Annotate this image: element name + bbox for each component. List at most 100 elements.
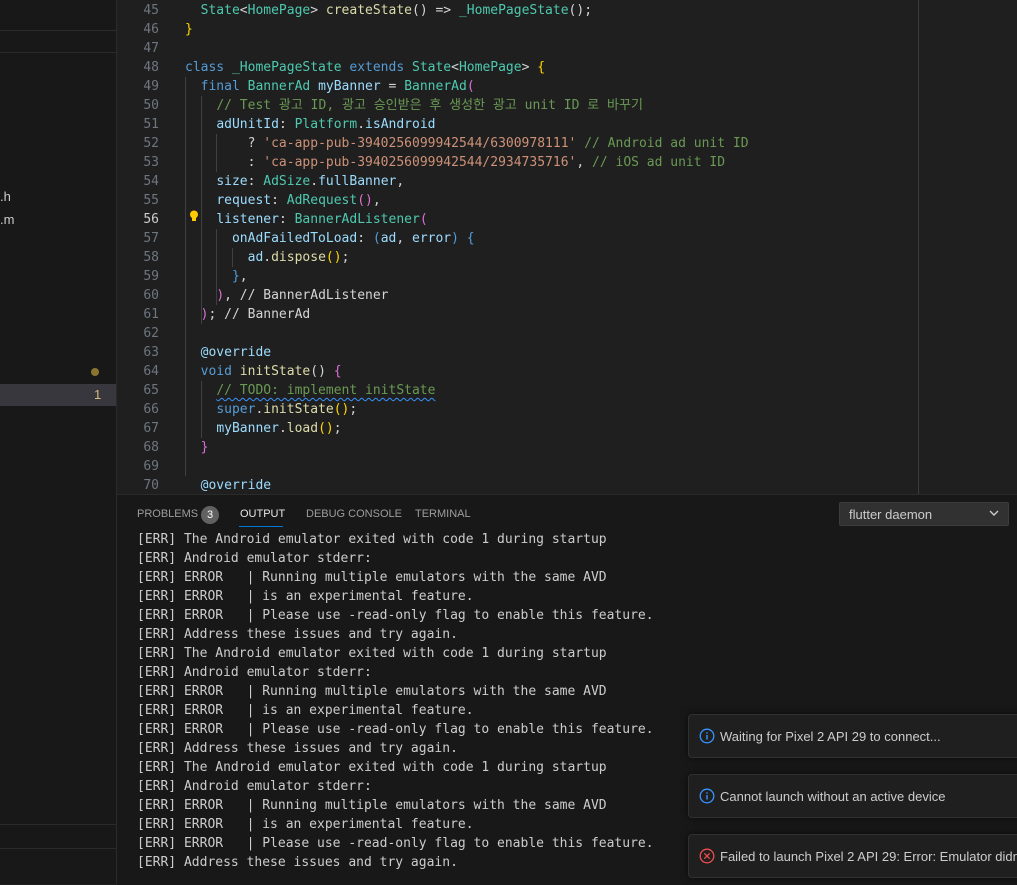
code-token: > xyxy=(310,3,326,18)
panel-tabs: PROBLEMS 3 OUTPUT DEBUG CONSOLE TERMINAL… xyxy=(117,495,1017,531)
code-token: (); xyxy=(568,3,593,18)
line-number: 65 xyxy=(143,383,159,398)
line-number: 55 xyxy=(143,193,159,208)
code-token: : xyxy=(357,231,373,246)
notification-toast[interactable]: Cannot launch without an active device xyxy=(688,774,1017,818)
line-number: 52 xyxy=(143,136,159,151)
output-line: [ERR] ERROR | Running multiple emulators… xyxy=(137,798,607,813)
code-token: @override xyxy=(200,345,272,360)
code-token: HomePage xyxy=(458,60,522,75)
sidebar-divider xyxy=(0,52,116,53)
code-token: . xyxy=(357,117,366,132)
code-token: ) xyxy=(216,288,225,303)
output-line: [ERR] ERROR | is an experimental feature… xyxy=(137,589,474,604)
line-number: 69 xyxy=(143,459,159,474)
code-token: _HomePageState xyxy=(231,60,350,75)
lightbulb-icon[interactable] xyxy=(189,210,199,222)
code-text: @override xyxy=(185,476,271,494)
line-number: 58 xyxy=(143,250,159,265)
code-token: () xyxy=(325,250,342,265)
info-icon xyxy=(699,788,715,804)
code-token: _HomePageState xyxy=(458,3,569,18)
code-token: ; xyxy=(349,402,358,417)
code-token: } xyxy=(185,22,193,37)
code-token: . xyxy=(263,250,272,265)
code-token: State xyxy=(200,3,240,18)
line-number: 51 xyxy=(143,117,159,132)
modified-dot-icon xyxy=(91,368,99,376)
line-number: 45 xyxy=(143,3,159,18)
problem-count-badge: 1 xyxy=(94,387,102,402)
code-text: State<HomePage> createState() => _HomePa… xyxy=(185,1,592,20)
code-text: }, xyxy=(185,267,248,286)
active-tab-indicator xyxy=(239,526,283,527)
code-token: ; xyxy=(333,421,342,436)
code-text: // TODO: implement initState xyxy=(185,381,435,400)
output-line: [ERR] ERROR | Running multiple emulators… xyxy=(137,570,607,585)
code-token: listener xyxy=(216,212,279,227)
line-number: 46 xyxy=(143,22,159,37)
code-text: listener: BannerAdListener( xyxy=(185,210,427,229)
code-token: dispose xyxy=(271,250,326,265)
code-token: { xyxy=(333,364,342,379)
notification-toast[interactable]: Waiting for Pixel 2 API 29 to connect... xyxy=(688,714,1017,758)
code-token: 'ca-app-pub-3940256099942544/2934735716' xyxy=(263,155,577,170)
code-token: createState xyxy=(325,3,412,18)
line-number: 60 xyxy=(143,288,159,303)
code-token: ( xyxy=(372,231,381,246)
sidebar-divider xyxy=(0,824,116,825)
code-token: // BannerAdListener xyxy=(239,288,389,303)
problems-count-badge: 3 xyxy=(201,506,219,524)
tab-problems[interactable]: PROBLEMS xyxy=(137,508,198,520)
output-line: [ERR] Address these issues and try again… xyxy=(137,741,458,756)
code-token: fullBanner xyxy=(318,174,397,189)
info-icon xyxy=(699,728,715,744)
tab-debug-console[interactable]: DEBUG CONSOLE xyxy=(306,508,402,520)
output-channel-select[interactable]: flutter daemon xyxy=(839,502,1009,526)
bottom-panel: PROBLEMS 3 OUTPUT DEBUG CONSOLE TERMINAL… xyxy=(117,494,1017,885)
code-text: final BannerAd myBanner = BannerAd( xyxy=(185,77,475,96)
code-token: ; xyxy=(341,250,350,265)
tab-terminal[interactable]: TERMINAL xyxy=(415,508,471,520)
code-token: ) xyxy=(451,231,467,246)
code-token: onAdFailedToLoad xyxy=(231,231,358,246)
output-line: [ERR] Android emulator stderr: xyxy=(137,779,372,794)
code-token: 'ca-app-pub-3940256099942544/6300978111' xyxy=(263,136,577,151)
code-text: : 'ca-app-pub-3940256099942544/293473571… xyxy=(185,153,725,172)
line-number: 56 xyxy=(143,212,159,227)
code-editor[interactable]: 45 State<HomePage> createState() => _Hom… xyxy=(117,0,1017,494)
code-text: super.initState(); xyxy=(185,400,357,419)
notification-toast[interactable]: Failed to launch Pixel 2 API 29: Error: … xyxy=(688,834,1017,878)
code-text: adUnitId: Platform.isAndroid xyxy=(185,115,435,134)
code-text: myBanner.load(); xyxy=(185,419,342,438)
explorer-file-m[interactable]: .m xyxy=(0,212,14,227)
code-text: } xyxy=(185,438,209,457)
code-text: // Test 광고 ID, 광고 승인받은 후 생성한 광고 unit ID … xyxy=(185,96,643,115)
tab-output[interactable]: OUTPUT xyxy=(240,508,285,520)
output-line: [ERR] Address these issues and try again… xyxy=(137,627,458,642)
code-text: ), // BannerAdListener xyxy=(185,286,389,305)
code-token: final xyxy=(200,79,248,94)
code-token: , xyxy=(224,288,240,303)
code-text: } xyxy=(185,20,193,39)
code-token: } xyxy=(200,440,209,455)
line-number: 64 xyxy=(143,364,159,379)
line-number: 49 xyxy=(143,79,159,94)
code-text: request: AdRequest(), xyxy=(185,191,380,210)
code-token: initState xyxy=(239,364,311,379)
explorer-file-h[interactable]: .h xyxy=(0,189,11,204)
output-line: [ERR] Android emulator stderr: xyxy=(137,551,372,566)
output-line: [ERR] Android emulator stderr: xyxy=(137,665,372,680)
line-number: 62 xyxy=(143,326,159,341)
line-number: 67 xyxy=(143,421,159,436)
code-token: load xyxy=(286,421,319,436)
code-text: ? 'ca-app-pub-3940256099942544/630097811… xyxy=(185,134,749,153)
